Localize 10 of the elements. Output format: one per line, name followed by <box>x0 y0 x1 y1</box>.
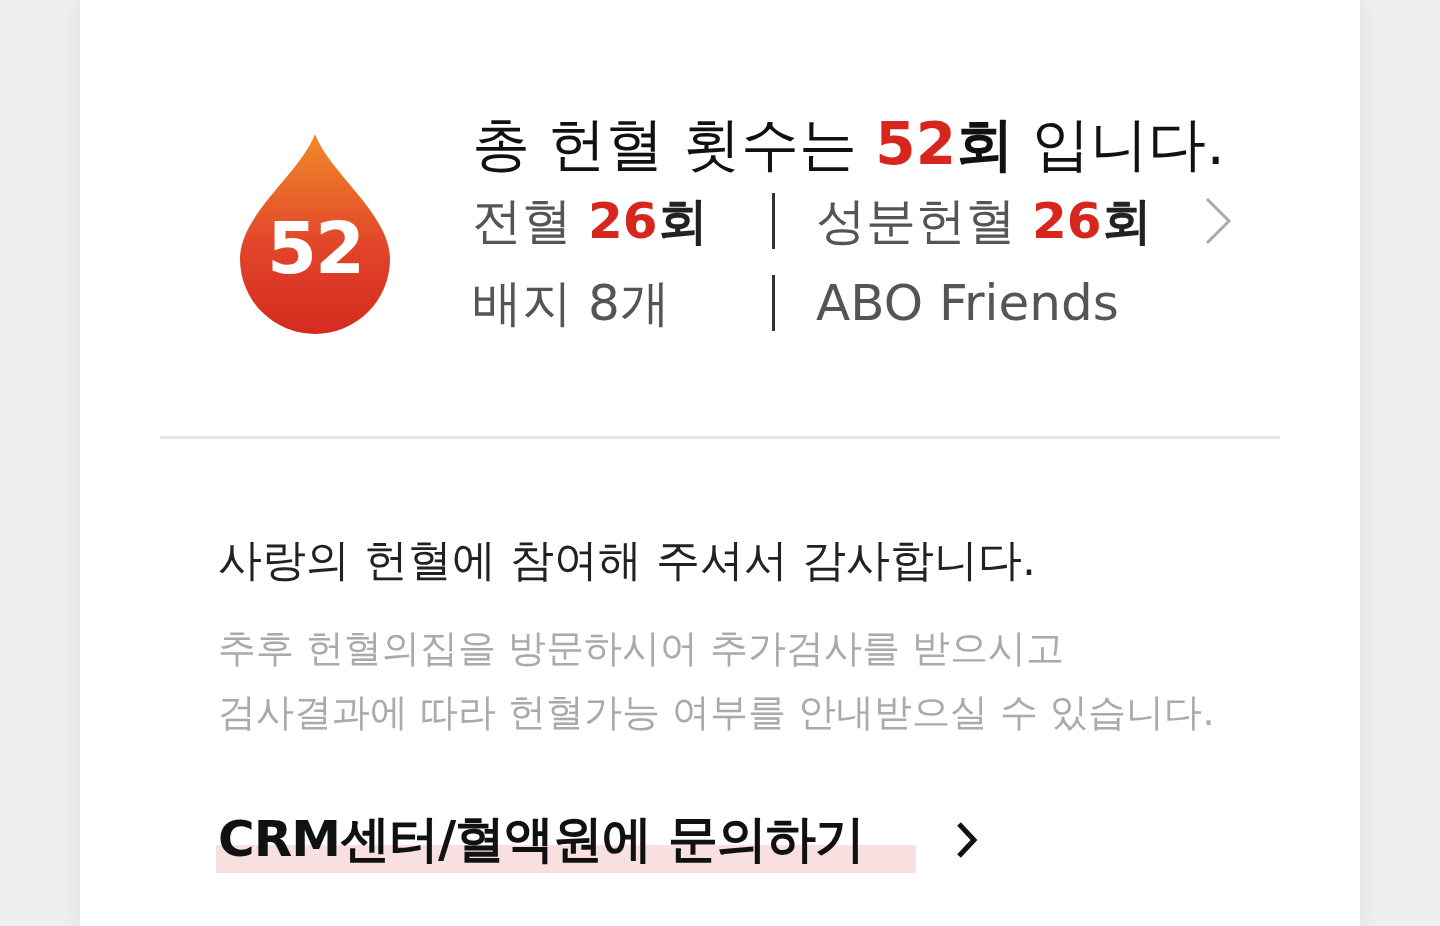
badge-number: 52 <box>265 212 365 284</box>
thanks-message: 사랑의 헌혈에 참여해 주셔서 감사합니다. <box>218 533 1037 587</box>
badge-count: 배지 8개 <box>472 273 671 334</box>
chevron-right-icon[interactable] <box>955 820 978 859</box>
donation-count: 전혈 26회 <box>472 191 709 252</box>
notice-text: 검사결과에 따라 헌혈가능 여부를 안내받으실 수 있습니다. <box>218 689 1216 736</box>
donation-count: 성분헌혈 26회 <box>816 191 1153 252</box>
notice-text: 추후 헌혈의집을 방문하시어 추가검사를 받으시고 <box>218 625 1066 672</box>
badge-name: ABO Friends <box>816 273 1120 334</box>
total-donations-title: 총 헌혈 횟수는 52회 입니다. <box>472 109 1225 180</box>
